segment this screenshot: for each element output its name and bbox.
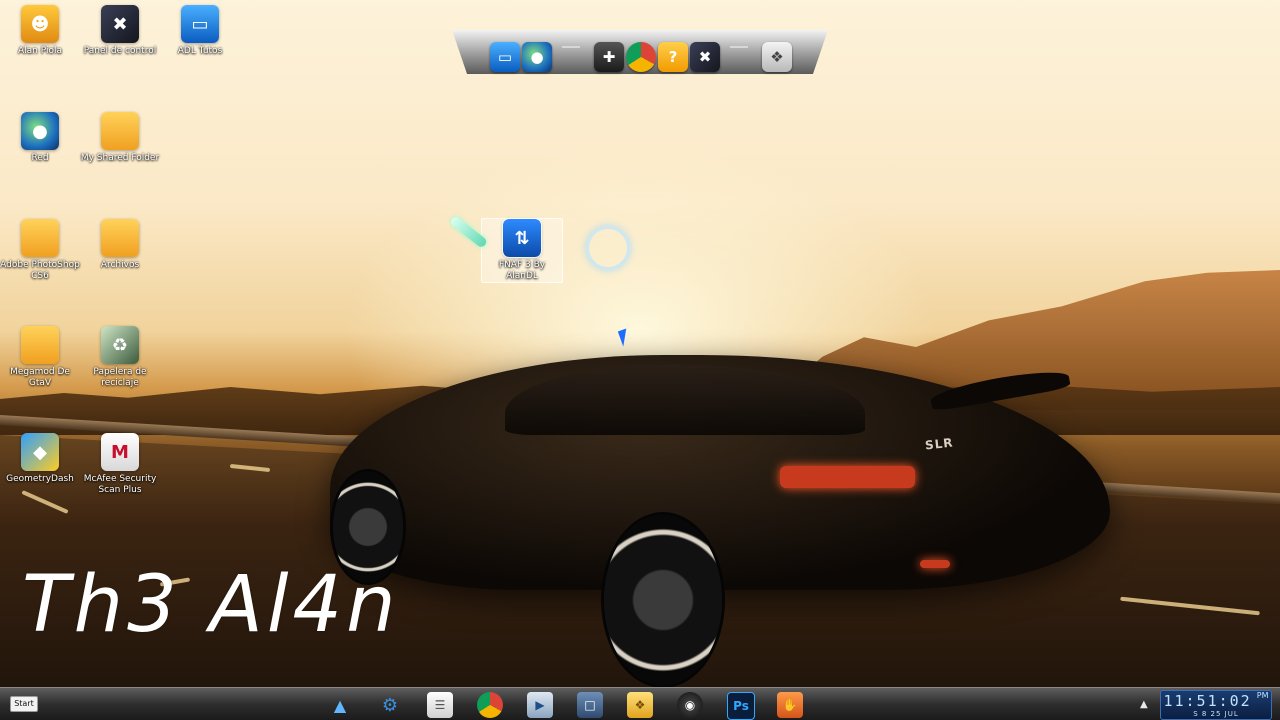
user-icon: ☻ (21, 5, 59, 43)
mcafee-icon: M (101, 433, 139, 471)
control-panel-icon: ✖ (101, 5, 139, 43)
steam-icon[interactable]: ◉ (677, 692, 703, 718)
desktop-icon-my-shared-folder[interactable]: My Shared Folder (80, 112, 160, 164)
clock[interactable]: 11:51:02 PM S 8 25 JUL (1160, 690, 1272, 720)
computer-icon[interactable]: ▭ (490, 42, 520, 72)
desktop-icon-geometrydash[interactable]: ◆ GeometryDash (0, 433, 80, 485)
desktop-icon-archivos[interactable]: Archivos (80, 219, 160, 271)
clock-time: 11:51:02 (1163, 692, 1252, 710)
desktop-icon-label: Archivos (100, 260, 140, 270)
dock-separator (730, 46, 748, 48)
desktop-icon-adl-tutos[interactable]: ▭ ADL Tutos (160, 5, 240, 57)
recycle-bin-icon: ♻ (101, 326, 139, 364)
desktop-icon-papelera[interactable]: ♻ Papelera de reciclaje (80, 326, 160, 389)
games-icon[interactable]: ✚ (594, 42, 624, 72)
desktop-icon-label: Adobe PhotoShop CS6 (0, 260, 80, 281)
desktop-icon-label: Megamod De GtaV (10, 367, 70, 388)
clock-ampm: PM (1256, 691, 1269, 700)
media-player-icon[interactable]: ▶ (527, 692, 553, 718)
wallpaper-car-badge: SLR (924, 435, 955, 453)
desktop-icon-label: McAfee Security Scan Plus (83, 474, 157, 495)
folder-icon (21, 219, 59, 257)
windows-explorer-icon[interactable]: ❖ (627, 692, 653, 718)
desktop-icon-mcafee[interactable]: M McAfee Security Scan Plus (80, 433, 160, 496)
zip-archive-icon: ⇅ (502, 218, 542, 258)
wallpaper-car-taillight (920, 560, 950, 568)
desktop-icon-label: Alan Piola (18, 46, 62, 56)
desktop-icon-label: ADL Tutos (177, 46, 223, 56)
arch-launcher-icon[interactable]: ▲ (327, 692, 353, 718)
folder-icon (101, 219, 139, 257)
desktop-icon-megamod[interactable]: Megamod De GtaV (0, 326, 80, 389)
desktop-icon-label: GeometryDash (6, 474, 74, 484)
desktop-icon-label: Panel de control (83, 46, 157, 56)
start-button[interactable]: Start (10, 696, 38, 712)
taskbar: Start ▲ ⚙ ☰ ▶ □ ❖ ◉ Ps ✋ ▲ 11:51:02 PM S… (0, 687, 1280, 720)
app-window-icon[interactable]: □ (577, 692, 603, 718)
geometry-dash-icon: ◆ (21, 433, 59, 471)
busy-cursor-icon (586, 226, 630, 270)
notepad-icon[interactable]: ☰ (427, 692, 453, 718)
hand-app-icon[interactable]: ✋ (777, 692, 803, 718)
photoshop-icon[interactable]: Ps (727, 692, 755, 720)
windows-flag-icon[interactable]: ❖ (762, 42, 792, 72)
desktop-icon-red[interactable]: ● Red (0, 112, 80, 164)
wallpaper-car-taillight (780, 466, 915, 488)
chrome-icon[interactable] (626, 42, 656, 72)
wallpaper-car-wheel (604, 515, 722, 685)
help-icon[interactable]: ? (658, 42, 688, 72)
desktop-icon-adobe-photoshop[interactable]: Adobe PhotoShop CS6 (0, 219, 80, 282)
desktop-icon-label: Red (31, 153, 49, 163)
clock-date: S 8 25 JUL (1193, 710, 1239, 718)
desktop-icon-alan-piola[interactable]: ☻ Alan Piola (0, 5, 80, 57)
folder-icon (21, 326, 59, 364)
computer-icon: ▭ (181, 5, 219, 43)
tray-expand-icon[interactable]: ▲ (1140, 699, 1148, 710)
gear-app-icon[interactable]: ⚙ (377, 692, 403, 718)
control-panel-icon[interactable]: ✖ (690, 42, 720, 72)
desktop-icon-label: My Shared Folder (80, 153, 160, 163)
desktop-icon-label: Papelera de reciclaje (93, 367, 147, 388)
desktop-icon-panel-de-control[interactable]: ✖ Panel de control (80, 5, 160, 57)
network-globe-icon[interactable]: ● (522, 42, 552, 72)
network-globe-icon: ● (21, 112, 59, 150)
desktop-icon-label: FNAF 3 By AlanDL (498, 260, 546, 281)
desktop-icon-fnaf3[interactable]: ⇅ FNAF 3 By AlanDL (481, 218, 563, 283)
folder-icon (101, 112, 139, 150)
watermark-text: Th3 Al4n (22, 560, 400, 650)
chrome-icon[interactable] (477, 692, 503, 718)
dock-separator (562, 46, 580, 48)
